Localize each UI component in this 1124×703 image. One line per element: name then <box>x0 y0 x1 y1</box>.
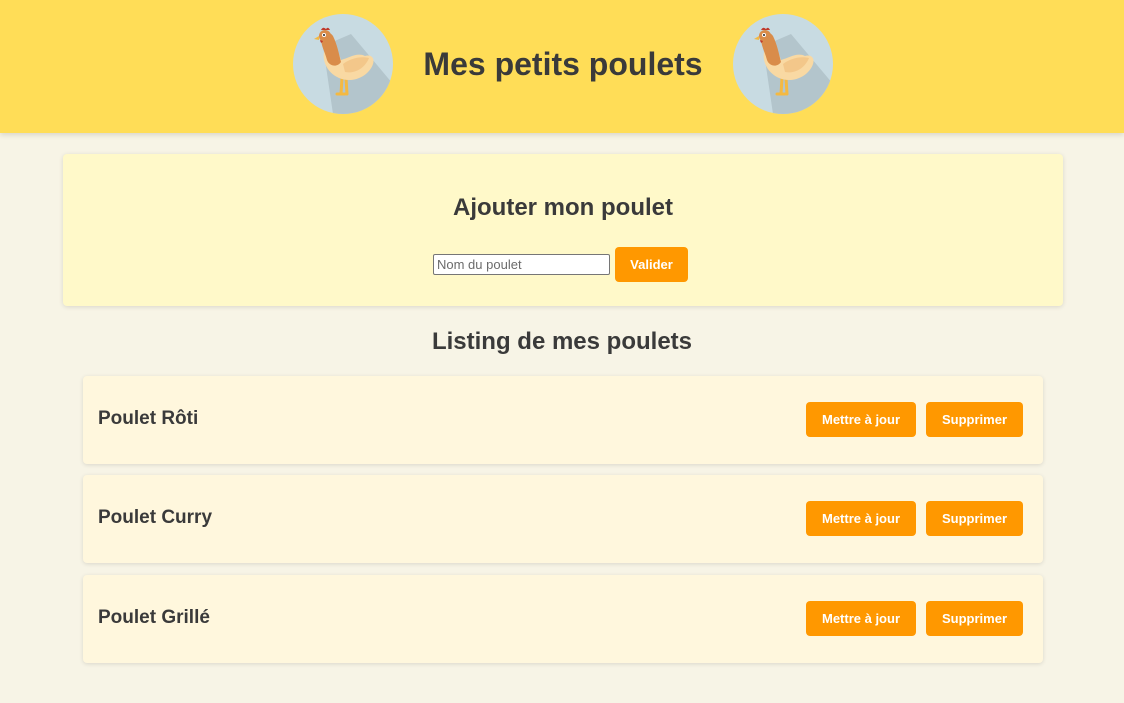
chicken-name: Poulet Curry <box>98 507 213 528</box>
submit-button[interactable]: Valider <box>615 247 688 282</box>
chicken-list-item: Poulet Curry Mettre à jour Supprimer <box>83 475 1043 563</box>
chicken-name: Poulet Rôti <box>98 408 199 429</box>
chicken-list-item: Poulet Rôti Mettre à jour Supprimer <box>83 376 1043 464</box>
listing-title: Listing de mes poulets <box>431 328 693 355</box>
add-form-title: Ajouter mon poulet <box>453 194 673 221</box>
chicken-icon <box>733 14 833 114</box>
add-chicken-form: Ajouter mon poulet Valider <box>63 154 1063 306</box>
delete-button[interactable]: Supprimer <box>926 601 1023 636</box>
update-button[interactable]: Mettre à jour <box>806 402 916 437</box>
chicken-name-input[interactable] <box>433 254 610 275</box>
update-button[interactable]: Mettre à jour <box>806 601 916 636</box>
chicken-list-item: Poulet Grillé Mettre à jour Supprimer <box>83 575 1043 663</box>
update-button[interactable]: Mettre à jour <box>806 501 916 536</box>
delete-button[interactable]: Supprimer <box>926 501 1023 536</box>
delete-button[interactable]: Supprimer <box>926 402 1023 437</box>
site-header: Mes petits poulets <box>0 0 1124 133</box>
chicken-name: Poulet Grillé <box>98 607 210 628</box>
chicken-icon <box>293 14 393 114</box>
site-title: Mes petits poulets <box>423 46 703 82</box>
